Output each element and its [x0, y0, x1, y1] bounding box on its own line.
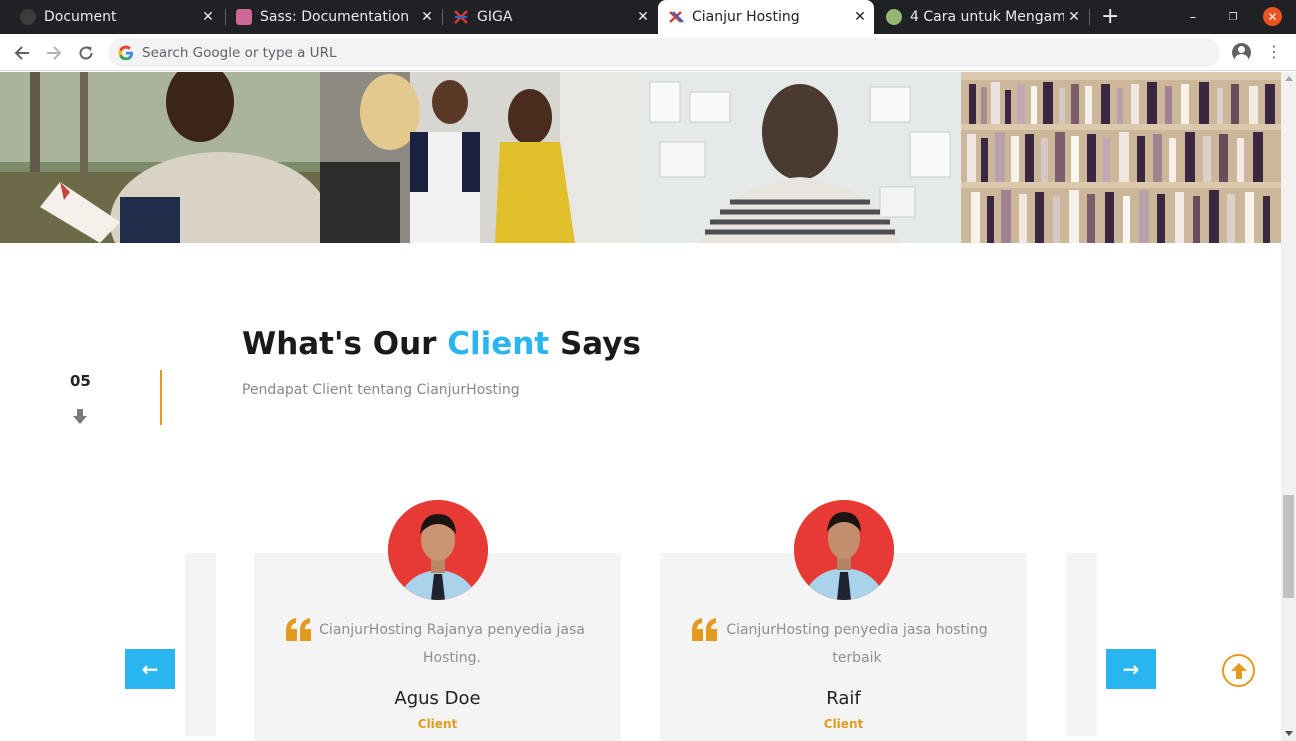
page-viewport: 05 What's Our Client Says Pendapat Clien… — [0, 72, 1281, 741]
cianjur-hosting-icon — [668, 9, 684, 25]
section-number: 05 — [70, 372, 91, 390]
testimonial-quote: CianjurHosting penyedia jasa hosting ter… — [726, 622, 988, 666]
back-icon[interactable] — [9, 40, 35, 66]
carousel-prev-button[interactable]: ← — [125, 649, 175, 689]
globe-icon — [20, 9, 36, 25]
heading-text-before: What's Our — [242, 326, 448, 362]
tab-title: Sass: Documentation — [260, 9, 410, 25]
address-bar[interactable] — [108, 38, 1220, 67]
close-tab-icon[interactable]: ✕ — [417, 9, 437, 25]
photo-man-reading — [0, 72, 320, 243]
browser-tab-strip: Document ✕ Sass: Documentation ✕ GIGA ✕ … — [0, 0, 1296, 34]
carousel-next-button[interactable]: → — [1106, 649, 1156, 689]
tab-cianjur-hosting[interactable]: Cianjur Hosting ✕ — [658, 0, 874, 34]
scroll-to-top-button[interactable] — [1222, 654, 1255, 687]
google-icon — [118, 44, 133, 60]
client-role: Client — [417, 717, 458, 731]
forward-icon[interactable] — [41, 40, 67, 66]
tab-title: Cianjur Hosting — [692, 9, 800, 25]
photo-students-talking — [320, 72, 640, 243]
close-tab-icon[interactable]: ✕ — [633, 9, 653, 25]
wikihow-icon — [886, 9, 902, 25]
section-heading: What's Our Client Says — [242, 326, 641, 362]
restore-button[interactable]: ❐ — [1218, 0, 1248, 34]
avatar — [794, 500, 894, 600]
minimize-button[interactable]: – — [1178, 0, 1208, 34]
section-subheading: Pendapat Client tentang CianjurHosting — [242, 382, 520, 398]
close-tab-icon[interactable]: ✕ — [198, 9, 218, 25]
section-divider — [160, 370, 162, 425]
testimonial-quote: CianjurHosting Rajanya penyedia jasa Hos… — [319, 622, 585, 666]
tab-title: Document — [44, 9, 117, 25]
quote-icon — [692, 618, 717, 641]
photo-man-at-board — [640, 72, 961, 243]
close-tab-icon[interactable]: ✕ — [1064, 9, 1084, 25]
client-name: Raif — [826, 688, 861, 709]
tab-separator — [1089, 9, 1090, 25]
new-tab-button[interactable]: + — [1101, 5, 1119, 29]
scroll-up-icon[interactable] — [1285, 76, 1293, 81]
client-role: Client — [823, 717, 864, 731]
tab-giga[interactable]: GIGA ✕ — [443, 0, 657, 34]
page-scrollbar[interactable] — [1281, 72, 1296, 741]
scrollbar-thumb[interactable] — [1283, 495, 1294, 598]
heading-text-after: Says — [549, 326, 641, 362]
close-tab-icon[interactable]: ✕ — [850, 9, 870, 25]
tab-4-cara[interactable]: 4 Cara untuk Mengamb ✕ — [876, 0, 1088, 34]
tab-sass-documentation[interactable]: Sass: Documentation ✕ — [226, 0, 441, 34]
tab-title: 4 Cara untuk Mengamb — [910, 9, 1064, 25]
tab-document[interactable]: Document ✕ — [10, 0, 222, 34]
photo-bookshelf — [961, 72, 1281, 243]
arrow-down-icon[interactable] — [72, 408, 88, 426]
carousel-peek-right — [1066, 553, 1097, 736]
menu-icon[interactable]: ⋮ — [1266, 42, 1282, 62]
omnibox-input[interactable] — [142, 44, 1042, 61]
sass-icon — [236, 9, 252, 25]
quote-icon — [286, 618, 311, 641]
arrow-left-icon: ← — [141, 657, 159, 681]
avatar — [388, 500, 488, 600]
arrow-right-icon: → — [1122, 657, 1140, 681]
scroll-down-icon[interactable] — [1285, 731, 1293, 736]
tab-title: GIGA — [477, 9, 513, 25]
client-name: Agus Doe — [394, 688, 481, 709]
carousel-peek-left — [185, 553, 216, 736]
giga-icon — [453, 9, 469, 25]
browser-toolbar: ⋮ — [0, 34, 1296, 71]
heading-accent: Client — [447, 326, 550, 362]
window-close-button[interactable]: ✕ — [1263, 7, 1282, 26]
reload-icon[interactable] — [73, 40, 99, 66]
account-icon[interactable] — [1232, 43, 1251, 62]
scroll-to-top-icon — [1230, 662, 1247, 679]
